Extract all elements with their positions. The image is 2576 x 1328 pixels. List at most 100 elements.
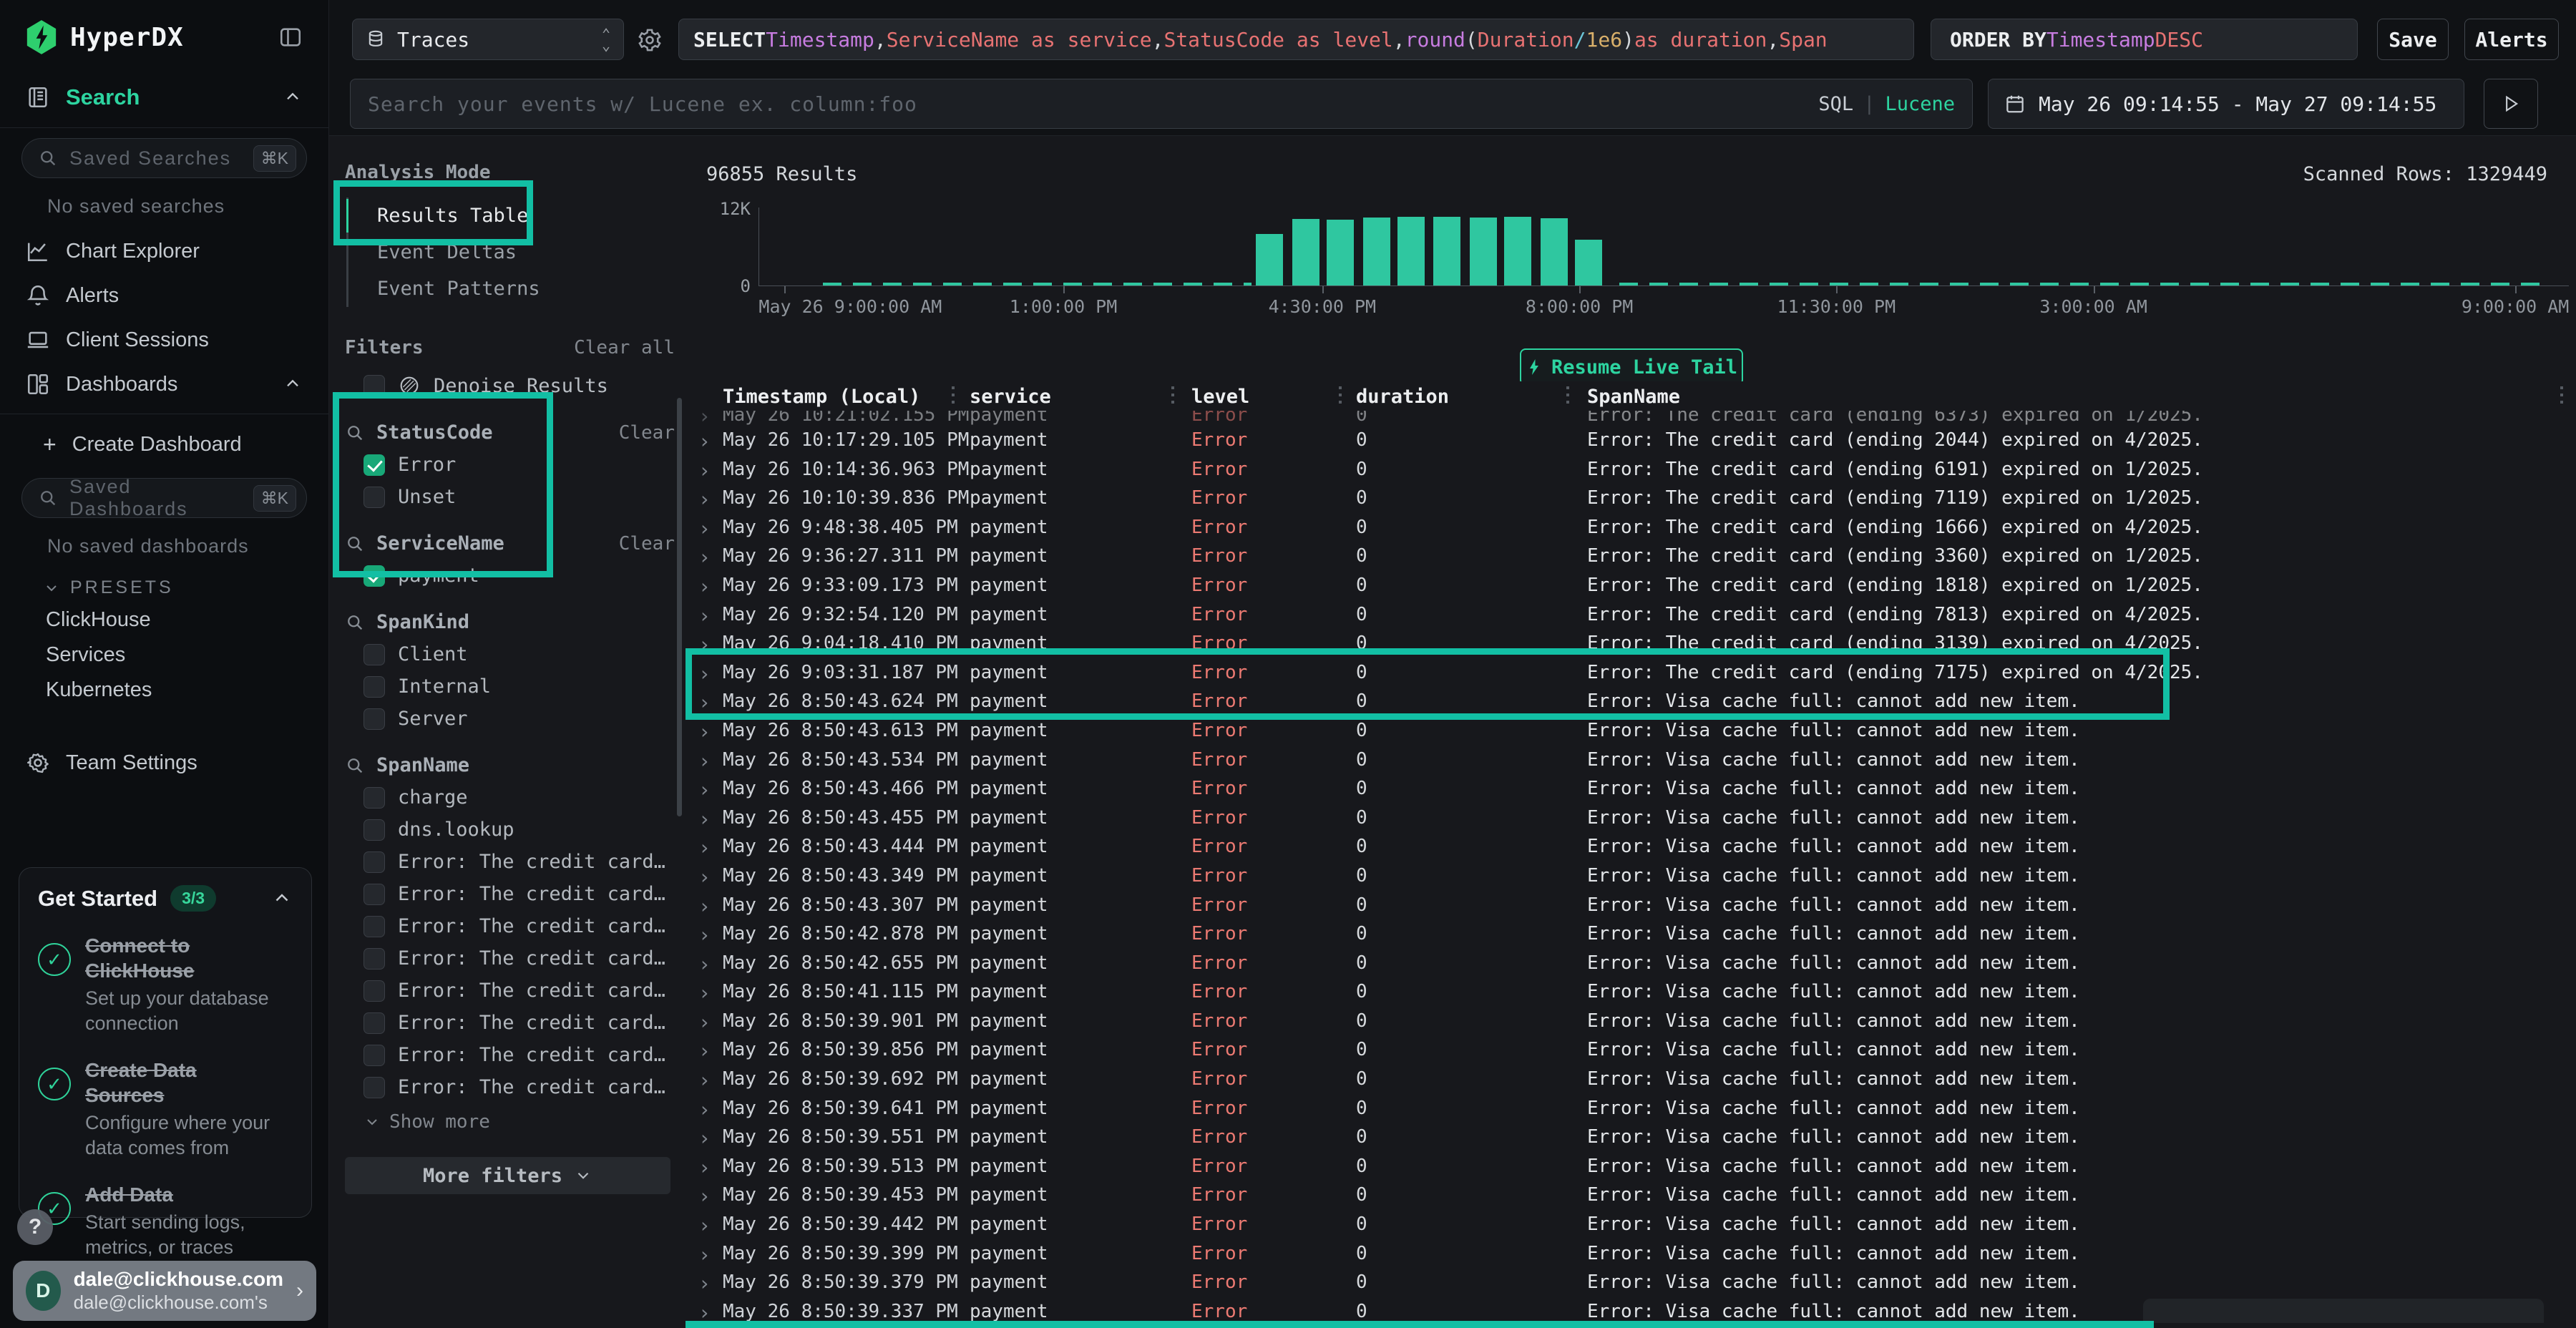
checkbox[interactable] — [364, 1077, 385, 1098]
filter-group-clear-button[interactable]: Clear — [619, 533, 675, 555]
table-row[interactable]: ›May 26 9:04:18.410 PMpaymentError0Error… — [690, 629, 2576, 658]
table-row[interactable]: ›May 26 8:50:39.442 PMpaymentError0Error… — [690, 1210, 2576, 1239]
checkbox[interactable] — [364, 676, 385, 698]
run-query-button[interactable] — [2484, 79, 2538, 129]
filter-option-error-the-credit-card-[interactable]: Error: The credit card … — [345, 980, 670, 1002]
filter-option-error[interactable]: Error — [345, 454, 670, 476]
checkbox[interactable] — [364, 948, 385, 970]
table-row[interactable]: ›May 26 9:32:54.120 PMpaymentError0Error… — [690, 600, 2576, 630]
analysis-mode-results-table[interactable]: Results Table — [348, 197, 675, 234]
checkbox[interactable] — [364, 980, 385, 1002]
saved-dashboards-input[interactable]: Saved Dashboards ⌘K — [21, 478, 307, 518]
filter-option-unset[interactable]: Unset — [345, 486, 670, 508]
table-row[interactable]: ›May 26 9:33:09.173 PMpaymentError0Error… — [690, 571, 2576, 600]
column-header-service[interactable]: service — [970, 386, 1051, 408]
table-row[interactable]: ›May 26 8:50:39.453 PMpaymentError0Error… — [690, 1181, 2576, 1210]
table-row[interactable]: ›May 26 8:50:39.901 PMpaymentError0Error… — [690, 1007, 2576, 1036]
table-row[interactable]: ›May 26 10:10:39.836 PMpaymentError0Erro… — [690, 484, 2576, 513]
help-button[interactable]: ? — [17, 1209, 53, 1245]
sidebar-item-client-sessions[interactable]: Client Sessions — [0, 318, 328, 362]
language-toggle-lucene[interactable]: Lucene — [1885, 93, 1955, 115]
lucene-search-input[interactable]: Search your events w/ Lucene ex. column:… — [350, 79, 1973, 129]
filter-option-error-the-credit-card-[interactable]: Error: The credit card … — [345, 947, 670, 970]
column-resize-handle[interactable] — [1566, 386, 1569, 406]
filter-option-payment[interactable]: payment — [345, 565, 670, 587]
chevron-up-icon[interactable] — [271, 888, 293, 909]
table-row[interactable]: ›May 26 8:50:39.379 PMpaymentError0Error… — [690, 1268, 2576, 1297]
sidebar-item-search[interactable]: Search — [0, 74, 328, 120]
column-header-level[interactable]: level — [1191, 386, 1249, 408]
chart-bar[interactable] — [1470, 218, 1497, 285]
get-started-item[interactable]: ✓Create Data SourcesConfigure where your… — [38, 1058, 293, 1161]
table-row[interactable]: ›May 26 8:50:42.655 PMpaymentError0Error… — [690, 949, 2576, 978]
chart-bar[interactable] — [1504, 217, 1531, 285]
filter-option-charge[interactable]: charge — [345, 786, 670, 809]
table-row[interactable]: ›May 26 8:50:43.534 PMpaymentError0Error… — [690, 746, 2576, 775]
column-resize-handle[interactable] — [952, 386, 955, 406]
more-filters-button[interactable]: More filters — [345, 1157, 670, 1194]
checkbox[interactable] — [364, 819, 385, 841]
column-resize-handle[interactable] — [1171, 386, 1174, 406]
table-row[interactable]: ›May 26 8:50:43.444 PMpaymentError0Error… — [690, 832, 2576, 861]
table-row[interactable]: ›May 26 8:50:43.624 PMpaymentError0Error… — [690, 687, 2576, 716]
table-row[interactable]: ›May 26 8:50:41.115 PMpaymentError0Error… — [690, 977, 2576, 1007]
order-by-editor[interactable]: ORDER BY Timestamp DESC — [1931, 19, 2358, 60]
analysis-mode-event-deltas[interactable]: Event Deltas — [348, 234, 675, 270]
sidebar-item-team-settings[interactable]: Team Settings — [0, 741, 328, 785]
source-settings-gear-icon[interactable] — [637, 27, 663, 53]
checkbox[interactable] — [364, 565, 385, 587]
user-account-chip[interactable]: D dale@clickhouse.com dale@clickhouse.co… — [13, 1261, 316, 1321]
denoise-results-checkbox[interactable]: Denoise Results — [364, 374, 675, 397]
table-row[interactable]: ›May 26 8:50:39.641 PMpaymentError0Error… — [690, 1094, 2576, 1123]
column-header-duration[interactable]: duration — [1356, 386, 1449, 408]
column-resize-handle[interactable] — [1339, 386, 1342, 406]
chart-bar[interactable] — [1575, 240, 1602, 285]
column-resize-handle[interactable] — [2560, 386, 2563, 406]
table-row[interactable]: ›May 26 10:21:02.155 PMpaymentError0Erro… — [690, 411, 2576, 426]
presets-toggle[interactable]: PRESETS — [0, 569, 328, 602]
chart-bar[interactable] — [1397, 217, 1425, 285]
table-row[interactable]: ›May 26 10:17:29.105 PMpaymentError0Erro… — [690, 426, 2576, 455]
table-row[interactable]: ›May 26 8:50:39.513 PMpaymentError0Error… — [690, 1152, 2576, 1181]
table-row[interactable]: ›May 26 8:50:42.878 PMpaymentError0Error… — [690, 919, 2576, 949]
checkbox[interactable] — [364, 375, 385, 396]
analysis-mode-event-patterns[interactable]: Event Patterns — [348, 270, 675, 307]
checkbox[interactable] — [364, 1012, 385, 1034]
time-range-picker[interactable]: May 26 09:14:55 - May 27 09:14:55 — [1988, 79, 2464, 129]
results-histogram[interactable]: 12K0May 26 9:00:00 AM1:00:00 PM4:30:00 P… — [758, 208, 2569, 286]
checkbox[interactable] — [364, 454, 385, 476]
table-row[interactable]: ›May 26 8:50:43.455 PMpaymentError0Error… — [690, 804, 2576, 833]
chart-bar[interactable] — [1327, 220, 1354, 285]
filter-group-clear-button[interactable]: Clear — [619, 422, 675, 444]
preset-kubernetes[interactable]: Kubernetes — [0, 673, 328, 708]
table-row[interactable]: ›May 26 8:50:39.692 PMpaymentError0Error… — [690, 1065, 2576, 1094]
get-started-item[interactable]: ✓Add DataStart sending logs, metrics, or… — [38, 1182, 293, 1260]
create-dashboard-button[interactable]: + Create Dashboard — [0, 421, 328, 468]
source-select[interactable]: Traces ⌃⌄ — [352, 19, 624, 60]
language-toggle-sql[interactable]: SQL — [1818, 93, 1853, 115]
filter-option-error-the-credit-card-[interactable]: Error: The credit card … — [345, 1076, 670, 1098]
preset-services[interactable]: Services — [0, 638, 328, 673]
clear-all-filters-button[interactable]: Clear all — [574, 337, 675, 358]
chart-bar[interactable] — [1292, 219, 1319, 286]
table-row[interactable]: ›May 26 10:14:36.963 PMpaymentError0Erro… — [690, 455, 2576, 484]
show-more-button[interactable]: Show more — [364, 1111, 675, 1133]
get-started-item[interactable]: ✓Connect to ClickHouseSet up your databa… — [38, 933, 293, 1036]
table-row[interactable]: ›May 26 9:48:38.405 PMpaymentError0Error… — [690, 513, 2576, 542]
saved-searches-input[interactable]: Saved Searches ⌘K — [21, 138, 307, 178]
filter-option-internal[interactable]: Internal — [345, 675, 670, 698]
resume-live-tail-button[interactable]: Resume Live Tail — [1520, 348, 1743, 386]
checkbox[interactable] — [364, 787, 385, 809]
alerts-button[interactable]: Alerts — [2464, 19, 2559, 60]
sidebar-item-alerts[interactable]: Alerts — [0, 273, 328, 318]
sql-select-editor[interactable]: SELECT Timestamp, ServiceName as service… — [678, 19, 1914, 60]
chart-bar[interactable] — [1433, 217, 1460, 285]
checkbox[interactable] — [364, 487, 385, 508]
filter-option-server[interactable]: Server — [345, 708, 670, 730]
filter-option-error-the-credit-card-[interactable]: Error: The credit card … — [345, 915, 670, 937]
table-row[interactable]: ›May 26 9:36:27.311 PMpaymentError0Error… — [690, 542, 2576, 571]
checkbox[interactable] — [364, 1045, 385, 1066]
table-row[interactable]: ›May 26 8:50:43.307 PMpaymentError0Error… — [690, 891, 2576, 920]
sidebar-item-dashboards[interactable]: Dashboards — [0, 362, 328, 406]
checkbox[interactable] — [364, 851, 385, 873]
